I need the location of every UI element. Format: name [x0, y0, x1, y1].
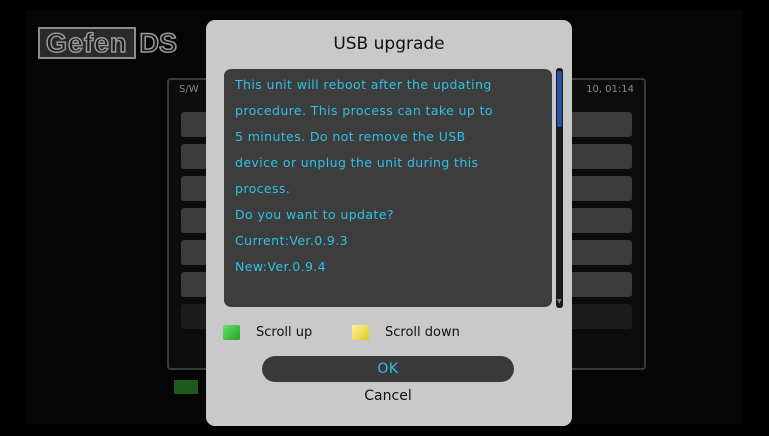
logo-suffix: DS	[139, 28, 178, 58]
message-line: New:Ver.0.9.4	[235, 259, 327, 274]
logo-text: Gefen	[38, 27, 136, 59]
cancel-button[interactable]: Cancel	[262, 386, 514, 406]
scroll-down-arrow-icon: ▼	[557, 298, 562, 305]
background-green-key	[174, 380, 198, 394]
message-scrollbar[interactable]: ▼	[556, 68, 563, 308]
message-line: This unit will reboot after the updating	[235, 77, 492, 92]
scrollbar-thumb[interactable]	[557, 71, 562, 127]
message-line: process.	[235, 181, 291, 196]
message-line: device or unplug the unit during this	[235, 155, 479, 170]
message-line: Do you want to update?	[235, 207, 394, 222]
green-key-icon	[223, 325, 240, 340]
usb-upgrade-dialog: USB upgrade This unit will reboot after …	[206, 20, 572, 426]
scroll-up-key[interactable]: Scroll up	[223, 325, 312, 340]
dialog-title: USB upgrade	[333, 34, 445, 54]
scroll-down-key[interactable]: Scroll down	[352, 325, 460, 340]
message-line: procedure. This process can take up to	[235, 103, 493, 118]
background-header-right: 10, 01:14	[586, 84, 634, 95]
message-box: This unit will reboot after the updating…	[224, 69, 552, 307]
yellow-key-icon	[352, 325, 369, 340]
gefen-logo: Gefen DS	[38, 27, 178, 59]
ok-button[interactable]: OK	[262, 356, 514, 382]
scroll-down-label: Scroll down	[385, 325, 460, 340]
message-line: 5 minutes. Do not remove the USB	[235, 129, 466, 144]
scroll-up-label: Scroll up	[256, 325, 313, 340]
message-line: Current:Ver.0.9.3	[235, 233, 349, 248]
background-header-left: S/W	[179, 84, 199, 95]
